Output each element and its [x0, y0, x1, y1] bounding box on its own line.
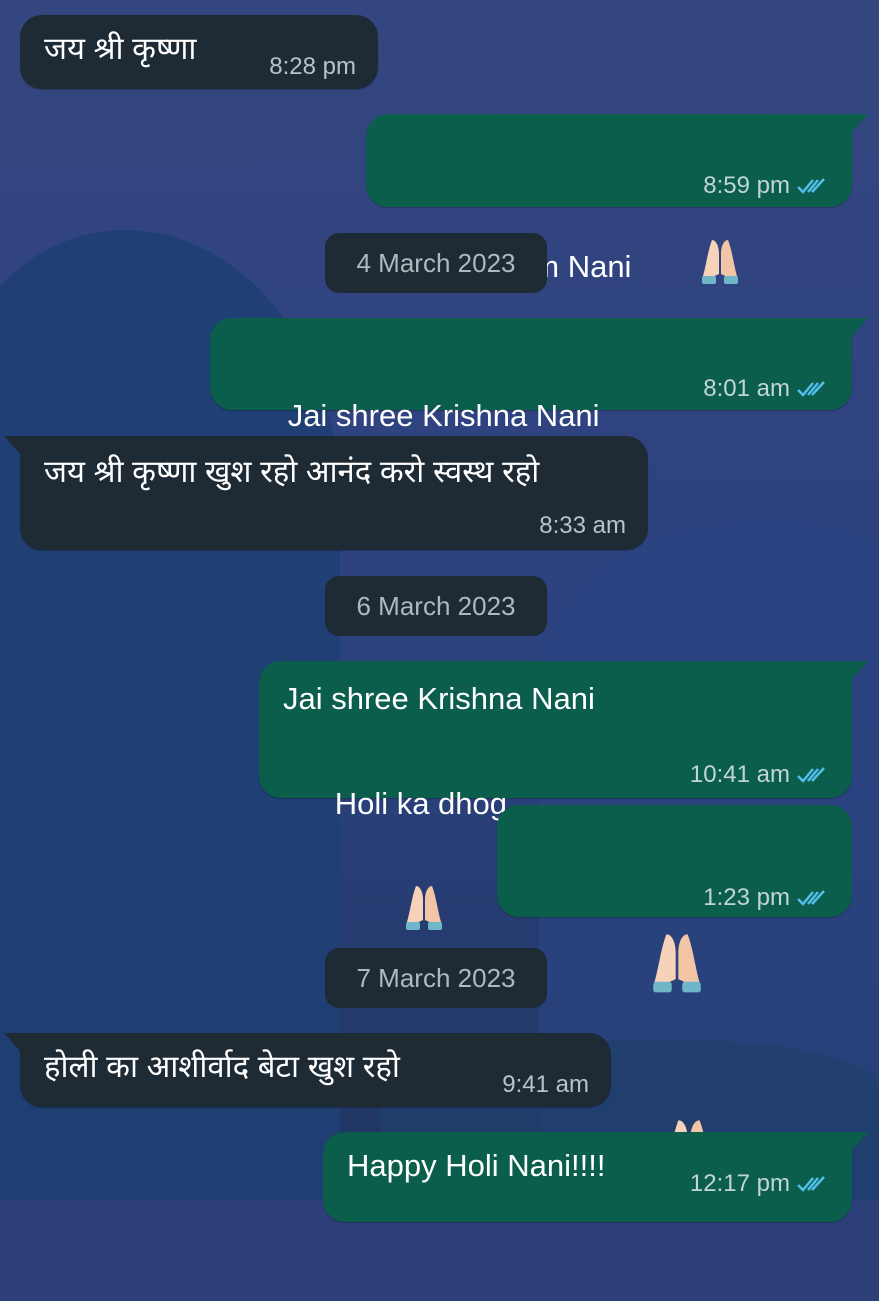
message-bubble-incoming[interactable]: जय श्री कृष्णा 8:28 pm	[20, 15, 378, 89]
message-text-line-1: Jai shree Krishna Nani	[283, 681, 595, 716]
message-timestamp: 8:33 am	[539, 512, 626, 539]
message-timestamp: 8:28 pm	[269, 53, 356, 80]
message-bubble-outgoing[interactable]: Jai shree Krishna Nani 8:01 am	[210, 318, 868, 540]
date-separator: 7 March 2023	[325, 948, 547, 1008]
date-separator: 6 March 2023	[325, 576, 547, 636]
message-bubble-incoming[interactable]: होली का आशीर्वाद बेटा खुश रहो 9:41 am	[4, 1033, 611, 1107]
double-tick-read-icon	[797, 767, 825, 783]
message-timestamp: 9:41 am	[502, 1071, 589, 1098]
message-timestamp: 12:17 pm	[690, 1170, 830, 1198]
message-list[interactable]: जय श्री कृष्णा 8:28 pm Hari Om Nani 8:59…	[0, 0, 879, 1222]
message-text: जय श्री कृष्णा	[44, 31, 197, 66]
message-bubble-outgoing[interactable]: Happy Holi Nani!!!! 12:17 pm	[323, 1132, 868, 1222]
double-tick-read-icon	[797, 381, 825, 397]
message-bubble-outgoing[interactable]: Hari Om Nani 8:59 pm	[366, 114, 868, 284]
message-text: होली का आशीर्वाद बेटा खुश रहो	[44, 1049, 400, 1084]
double-tick-read-icon	[797, 1176, 825, 1192]
message-bubble-outgoing[interactable]: Jai shree Krishna Nani Holi ka dhog 10:4…	[259, 661, 868, 930]
message-bubble-incoming[interactable]: जय श्री कृष्णा खुश रहो आनंद करो स्वस्थ र…	[4, 436, 648, 550]
message-timestamp: 10:41 am	[690, 761, 830, 789]
message-bubble-outgoing[interactable]: 1:23 pm	[497, 805, 852, 1179]
message-text: जय श्री कृष्णा खुश रहो आनंद करो स्वस्थ र…	[44, 454, 540, 489]
date-separator: 4 March 2023	[325, 233, 547, 293]
message-timestamp: 8:59 pm	[703, 172, 830, 200]
double-tick-read-icon	[797, 890, 825, 906]
message-timestamp: 1:23 pm	[703, 884, 830, 912]
message-text: Happy Holi Nani!!!!	[347, 1148, 606, 1183]
message-timestamp: 8:01 am	[703, 375, 830, 403]
double-tick-read-icon	[797, 178, 825, 194]
